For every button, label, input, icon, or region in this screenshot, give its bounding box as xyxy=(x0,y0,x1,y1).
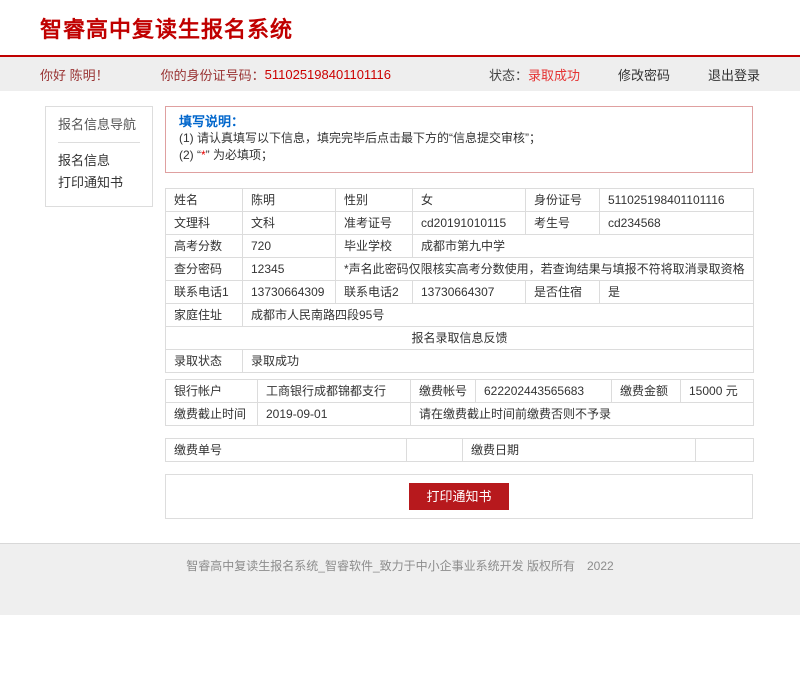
greeting-text: 你好 陈明！ xyxy=(40,65,109,84)
phone2-value: 13730664307 xyxy=(413,281,526,304)
boarding-label: 是否住宿 xyxy=(526,281,600,304)
payment-account-label: 缴费帐号 xyxy=(411,380,476,403)
name-label: 姓名 xyxy=(166,189,243,212)
payment-deadline-value: 2019-09-01 xyxy=(258,403,411,426)
admission-feedback-header: 报名录取信息反馈 xyxy=(166,327,754,350)
table-row: 缴费截止时间 2019-09-01 请在缴费截止时间前缴费否则不予录 xyxy=(166,403,754,426)
candidate-no-value: cd234568 xyxy=(600,212,754,235)
bank-account-label: 银行帐户 xyxy=(166,380,258,403)
sidebar-item-registration-info[interactable]: 报名信息 xyxy=(58,150,140,172)
main-column: 填写说明： (1) 请认真填写以下信息，填完完毕后点击最下方的“信息提交审核”；… xyxy=(165,106,753,519)
user-bar: 你好 陈明！ 你的身份证号码： 511025198401101116 状态： 录… xyxy=(0,57,800,91)
gender-value: 女 xyxy=(413,189,526,212)
logout-link[interactable]: 退出登录 xyxy=(708,65,760,84)
payment-receipt-table: 缴费单号 缴费日期 xyxy=(165,438,754,462)
registration-info-table: 姓名 陈明 性别 女 身份证号 511025198401101116 文理科 文… xyxy=(165,188,754,373)
payment-info-table: 银行帐户 工商银行成都锦都支行 缴费帐号 622202443565683 缴费金… xyxy=(165,379,754,426)
admission-status-label: 录取状态 xyxy=(166,350,243,373)
table-row: 家庭住址 成都市人民南路四段95号 xyxy=(166,304,754,327)
admission-status-value: 录取成功 xyxy=(243,350,754,373)
page-title: 智睿高中复读生报名系统 xyxy=(40,16,760,44)
status-badge: 录取成功 xyxy=(528,65,580,84)
score-password-note: *声名此密码仅限核实高考分数使用，若查询结果与填报不符将取消录取资格 xyxy=(336,258,754,281)
payment-account-value: 622202443565683 xyxy=(476,380,612,403)
gaokao-score-value: 720 xyxy=(243,235,336,258)
phone1-label: 联系电话1 xyxy=(166,281,243,304)
score-password-label: 查分密码 xyxy=(166,258,243,281)
payment-date-label: 缴费日期 xyxy=(463,439,696,462)
exam-ticket-label: 准考证号 xyxy=(336,212,413,235)
phone1-value: 13730664309 xyxy=(243,281,336,304)
sidebar-title: 报名信息导航 xyxy=(58,117,140,133)
id-card-label: 身份证号 xyxy=(526,189,600,212)
phone2-label: 联系电话2 xyxy=(336,281,413,304)
home-address-label: 家庭住址 xyxy=(166,304,243,327)
home-address-value: 成都市人民南路四段95号 xyxy=(243,304,754,327)
id-card-value: 511025198401101116 xyxy=(600,189,754,212)
table-row: 银行帐户 工商银行成都锦都支行 缴费帐号 622202443565683 缴费金… xyxy=(166,380,754,403)
print-notice-button[interactable]: 打印通知书 xyxy=(409,483,508,510)
track-value: 文科 xyxy=(243,212,336,235)
boarding-value: 是 xyxy=(600,281,754,304)
instructions-box: 填写说明： (1) 请认真填写以下信息，填完完毕后点击最下方的“信息提交审核”；… xyxy=(165,106,753,173)
print-button-box: 打印通知书 xyxy=(165,474,753,519)
table-row: 文理科 文科 准考证号 cd20191010115 考生号 cd234568 xyxy=(166,212,754,235)
sidebar-divider xyxy=(58,142,140,143)
id-number-label: 你的身份证号码： xyxy=(161,65,265,84)
graduate-school-label: 毕业学校 xyxy=(336,235,413,258)
exam-ticket-value: cd20191010115 xyxy=(413,212,526,235)
payment-order-no-label: 缴费单号 xyxy=(166,439,407,462)
instruction-line-2: (2) “*” 为必填项； xyxy=(179,147,739,164)
status-label: 状态： xyxy=(489,65,528,84)
payment-deadline-label: 缴费截止时间 xyxy=(166,403,258,426)
payment-deadline-note: 请在缴费截止时间前缴费否则不予录 xyxy=(411,403,754,426)
payment-date-value xyxy=(696,439,754,462)
score-password-value: 12345 xyxy=(243,258,336,281)
payment-amount-label: 缴费金额 xyxy=(612,380,681,403)
bank-account-value: 工商银行成都锦都支行 xyxy=(258,380,411,403)
gaokao-score-label: 高考分数 xyxy=(166,235,243,258)
table-row: 查分密码 12345 *声名此密码仅限核实高考分数使用，若查询结果与填报不符将取… xyxy=(166,258,754,281)
instructions-title: 填写说明： xyxy=(179,114,739,130)
track-label: 文理科 xyxy=(166,212,243,235)
page-header: 智睿高中复读生报名系统 xyxy=(0,0,800,55)
candidate-no-label: 考生号 xyxy=(526,212,600,235)
change-password-link[interactable]: 修改密码 xyxy=(618,65,670,84)
graduate-school-value: 成都市第九中学 xyxy=(413,235,754,258)
page-footer: 智睿高中复读生报名系统_智睿软件_致力于中小企事业系统开发 版权所有 2022 xyxy=(0,543,800,615)
payment-amount-value: 15000 元 xyxy=(681,380,754,403)
gender-label: 性别 xyxy=(336,189,413,212)
copyright-text: 智睿高中复读生报名系统_智睿软件_致力于中小企事业系统开发 版权所有 2022 xyxy=(0,557,800,574)
table-row: 联系电话1 13730664309 联系电话2 13730664307 是否住宿… xyxy=(166,281,754,304)
table-row: 录取状态 录取成功 xyxy=(166,350,754,373)
payment-order-no-value xyxy=(407,439,463,462)
sidebar-nav: 报名信息导航 报名信息 打印通知书 xyxy=(45,106,153,207)
table-row: 姓名 陈明 性别 女 身份证号 511025198401101116 xyxy=(166,189,754,212)
content-area: 报名信息导航 报名信息 打印通知书 填写说明： (1) 请认真填写以下信息，填完… xyxy=(0,91,800,519)
sidebar-item-print-notice[interactable]: 打印通知书 xyxy=(58,172,140,194)
instruction-line-1: (1) 请认真填写以下信息，填完完毕后点击最下方的“信息提交审核”； xyxy=(179,130,739,147)
table-row: 报名录取信息反馈 xyxy=(166,327,754,350)
table-row: 缴费单号 缴费日期 xyxy=(166,439,754,462)
table-row: 高考分数 720 毕业学校 成都市第九中学 xyxy=(166,235,754,258)
id-number-value: 511025198401101116 xyxy=(265,67,391,82)
name-value: 陈明 xyxy=(243,189,336,212)
